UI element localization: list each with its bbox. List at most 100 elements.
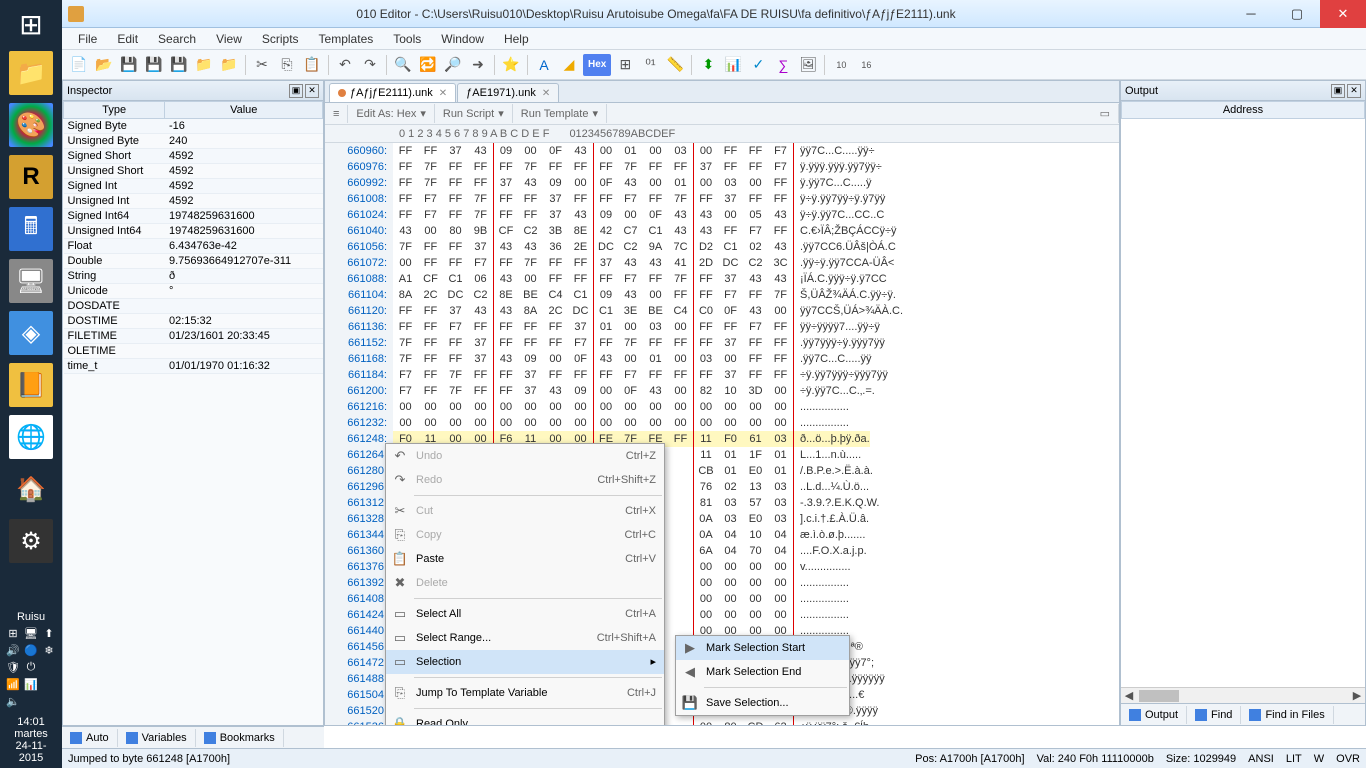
hex-byte[interactable]: 0F [543,143,568,159]
hex-row[interactable]: 661184:F7FF7FFFFF37FFFFFFF7FFFFFF37FFFF÷… [325,367,1119,383]
hex-byte[interactable]: FF [643,271,668,287]
hex-byte[interactable]: 00 [593,415,618,431]
hex-byte[interactable]: 00 [468,415,493,431]
hex-button[interactable]: Hex [583,54,611,76]
hex-byte[interactable] [668,463,693,479]
hex-byte[interactable]: 04 [718,543,743,559]
hex-byte[interactable]: 00 [643,143,668,159]
hex-body[interactable]: 660960:FFFF374309000F430001000300FFFFF7ÿ… [325,143,1119,725]
hex-byte[interactable]: FF [568,255,593,271]
hex-ascii[interactable]: L...1...n.ù..... [793,447,861,463]
hex-byte[interactable]: FF [668,335,693,351]
maximize-button[interactable]: ▢ [1274,0,1320,28]
hex-byte[interactable]: F7 [443,319,468,335]
hex-byte[interactable]: FF [718,319,743,335]
hex-byte[interactable]: 09 [543,175,568,191]
tab-close-icon[interactable]: ✕ [439,88,447,99]
hex-byte[interactable]: FF [593,191,618,207]
hex-byte[interactable]: 00 [718,351,743,367]
context-menu[interactable]: ↶UndoCtrl+Z↷RedoCtrl+Shift+Z✂CutCtrl+X⎘C… [385,443,665,725]
menu-item-mark-selection-end[interactable]: ◀Mark Selection End [676,660,849,684]
hex-byte[interactable]: 00 [743,415,768,431]
hex-byte[interactable]: 03 [768,511,793,527]
status-ovr[interactable]: OVR [1336,753,1360,765]
hex-byte[interactable]: FF [768,191,793,207]
run-template-dropdown[interactable]: Run Template ▾ [513,104,607,123]
panel-close-icon[interactable]: ✕ [1347,84,1361,98]
hex-byte[interactable]: 0F [593,175,618,191]
hex-byte[interactable]: 37 [593,255,618,271]
hex-byte[interactable] [668,607,693,623]
hex-byte[interactable]: 00 [543,399,568,415]
hex-byte[interactable]: FF [643,335,668,351]
panel-float-icon[interactable]: ▣ [289,84,303,98]
redo-button[interactable]: ↷ [359,54,381,76]
hex-ascii[interactable]: æ.ì.ò.ø.þ....... [793,527,865,543]
hex-byte[interactable]: 10 [718,383,743,399]
open-button[interactable]: 📂 [93,54,115,76]
hex-byte[interactable]: 00 [543,351,568,367]
run-script-dropdown[interactable]: Run Script ▾ [435,104,513,123]
hex-byte[interactable]: 00 [718,591,743,607]
hex-byte[interactable]: 7F [468,191,493,207]
start-button[interactable]: ⊞ [19,8,42,41]
hex-byte[interactable]: 37 [718,271,743,287]
hex-byte[interactable]: 13 [743,479,768,495]
edit-as-dropdown[interactable]: Edit As: Hex ▾ [348,104,434,123]
hex-byte[interactable]: FF [393,303,418,319]
hex-byte[interactable]: C4 [543,287,568,303]
hex-byte[interactable]: 43 [643,255,668,271]
hex-byte[interactable]: 00 [643,175,668,191]
hex-byte[interactable]: 00 [718,415,743,431]
hex-byte[interactable]: 01 [643,351,668,367]
hex-byte[interactable]: 37 [543,191,568,207]
hex-byte[interactable]: 3C [768,255,793,271]
hex-byte[interactable]: FF [768,175,793,191]
hex-byte[interactable]: 82 [693,383,718,399]
hex-byte[interactable]: 00 [418,415,443,431]
hex-byte[interactable]: FF [493,319,518,335]
hex-byte[interactable]: FF [518,207,543,223]
hex-byte[interactable]: 01 [768,447,793,463]
hex-byte[interactable]: F0 [718,431,743,447]
pc-icon[interactable]: 🖥 [9,259,53,303]
hex-byte[interactable]: FF [543,367,568,383]
hex-byte[interactable]: FF [693,271,718,287]
hex-byte[interactable]: 0A [693,527,718,543]
hex-byte[interactable]: 00 [743,559,768,575]
close-button[interactable]: ✕ [1320,0,1366,28]
hex-byte[interactable]: BE [518,287,543,303]
hex-byte[interactable]: 7F [518,255,543,271]
hex-byte[interactable]: 00 [393,255,418,271]
menu-file[interactable]: File [68,29,107,49]
hex-ascii[interactable]: ÿÿ÷ÿÿÿÿ7....ÿÿ÷ÿ [793,319,880,335]
hex-byte[interactable]: 43 [668,207,693,223]
hex-byte[interactable]: 00 [618,351,643,367]
hex-byte[interactable]: 00 [743,591,768,607]
hex-byte[interactable]: 7F [418,159,443,175]
hex-byte[interactable]: 43 [518,175,543,191]
hex-byte[interactable]: 03 [693,351,718,367]
hex-byte[interactable]: FF [693,287,718,303]
hex-byte[interactable]: CF [493,223,518,239]
chrome-icon[interactable]: 🌐 [9,415,53,459]
hex-byte[interactable]: CF [418,271,443,287]
output-body[interactable]: ◀▶ [1121,119,1365,703]
hex-byte[interactable]: 2C [418,287,443,303]
hex-byte[interactable]: FF [693,191,718,207]
hex-byte[interactable]: 03 [718,175,743,191]
bottom-tab-output[interactable]: Output [1121,706,1187,724]
hex-byte[interactable]: FF [443,239,468,255]
hex-byte[interactable]: FF [593,271,618,287]
menu-item-selection[interactable]: ▭Selection▸ [386,650,664,674]
hex-byte[interactable]: 00 [693,415,718,431]
hex-row[interactable]: 661120:FFFF3743438A2CDCC13EBEC4C00F4300ÿ… [325,303,1119,319]
hex-byte[interactable]: FF [393,207,418,223]
hex-byte[interactable]: FF [543,335,568,351]
hex-byte[interactable]: 01 [718,447,743,463]
menu-tools[interactable]: Tools [383,29,431,49]
hex-byte[interactable]: F7 [618,271,643,287]
inspector-row[interactable]: Unsigned Int6419748259631600 [64,224,323,239]
hex-byte[interactable]: 03 [643,319,668,335]
hex-byte[interactable]: 37 [443,303,468,319]
